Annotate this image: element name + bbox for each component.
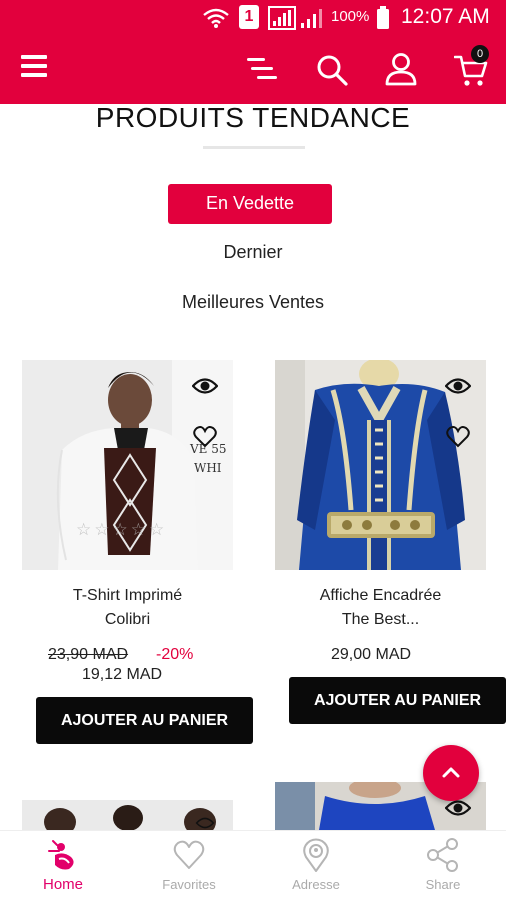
product-name-line1: Affiche Encadrée: [319, 587, 442, 604]
product-image[interactable]: [275, 360, 486, 570]
user-icon[interactable]: [384, 52, 418, 86]
nav-item-home[interactable]: Home: [0, 831, 126, 901]
app-bar: [0, 35, 506, 104]
section-title: PRODUITS TENDANCE: [95, 102, 411, 133]
eye-icon[interactable]: [192, 816, 218, 830]
search-icon[interactable]: [316, 54, 348, 86]
menu-icon[interactable]: [21, 55, 47, 77]
product-price: 19,12 MAD: [82, 666, 163, 683]
nav-label-home: Home: [42, 876, 83, 893]
chevron-up-icon: [442, 767, 460, 778]
eye-icon[interactable]: [445, 376, 471, 396]
eye-icon[interactable]: [192, 376, 218, 396]
product-image[interactable]: [22, 800, 233, 830]
battery-percent: 100%: [331, 8, 370, 25]
sim-icon: 1: [239, 5, 259, 29]
title-underline: [203, 146, 305, 149]
rating-stars: ☆☆☆☆☆: [76, 520, 168, 540]
nav-label-adresse: Adresse: [292, 877, 340, 892]
heart-icon[interactable]: [446, 426, 470, 448]
share-icon: [427, 838, 458, 872]
product-name[interactable]: Affiche Encadrée The Best...: [275, 584, 486, 632]
nav-label-share: Share: [425, 877, 461, 892]
product-price: 29,00 MAD: [331, 646, 412, 663]
location-icon: [303, 838, 329, 872]
status-time: 12:07 AM: [401, 5, 490, 28]
nav-item-adresse[interactable]: Adresse: [253, 831, 379, 901]
home-icon: [48, 840, 74, 870]
product-image[interactable]: VE 55 WHI ☆☆☆☆☆: [22, 360, 233, 570]
add-to-cart-button[interactable]: AJOUTER AU PANIER: [289, 677, 506, 724]
status-bar: 1 100% 12:07 AM: [0, 0, 506, 35]
tab-dernier[interactable]: Dernier: [0, 242, 506, 263]
cart-count-badge: 0: [471, 45, 489, 63]
product-old-price: 23,90 MAD: [48, 646, 129, 663]
battery-icon: [377, 6, 389, 29]
nav-label-favorites: Favorites: [162, 877, 216, 892]
product-discount: -20%: [156, 646, 194, 663]
heart-icon: [173, 840, 205, 869]
tab-meilleures-ventes[interactable]: Meilleures Ventes: [0, 292, 506, 313]
signal-bars-icon: [301, 9, 322, 28]
image-text-2: WHI: [194, 461, 222, 475]
nav-item-share[interactable]: Share: [380, 831, 506, 901]
product-name-line2: Colibri: [104, 611, 151, 628]
bottom-nav: Home Favorites Adresse Share: [0, 830, 506, 901]
add-to-cart-button[interactable]: AJOUTER AU PANIER: [36, 697, 253, 744]
product-name-line2: The Best...: [341, 611, 420, 628]
filter-icon[interactable]: [247, 58, 277, 80]
eye-icon[interactable]: [445, 798, 471, 818]
signal-icon: [268, 6, 296, 30]
product-name-line1: T-Shirt Imprimé: [72, 587, 183, 604]
nav-item-favorites[interactable]: Favorites: [126, 831, 252, 901]
wifi-icon: [203, 8, 229, 28]
heart-icon[interactable]: [193, 426, 217, 448]
scroll-top-button[interactable]: [423, 745, 479, 801]
tab-en-vedette[interactable]: En Vedette: [168, 184, 332, 224]
product-name[interactable]: T-Shirt Imprimé Colibri: [22, 584, 233, 632]
